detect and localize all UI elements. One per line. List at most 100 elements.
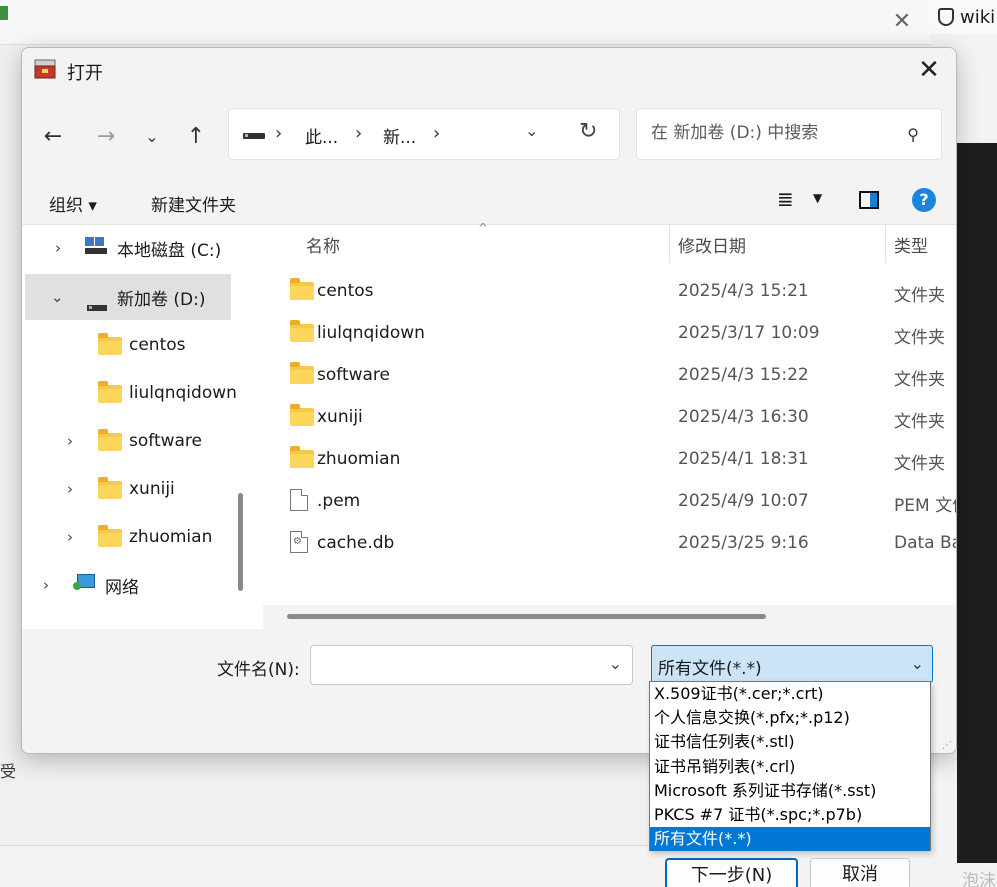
column-header-name[interactable]: 名称 [306, 232, 340, 257]
background-side-text: 受 [0, 762, 17, 781]
breadcrumb-separator-icon[interactable]: › [355, 123, 362, 144]
chevron-down-icon[interactable]: ⌄ [51, 288, 64, 306]
file-type-option[interactable]: Microsoft 系列证书存储(*.sst) [650, 779, 930, 803]
tree-item-centos[interactable]: centos [25, 322, 230, 368]
search-input[interactable] [651, 123, 891, 143]
column-header-date[interactable]: 修改日期 [678, 232, 746, 257]
resize-grip-icon[interactable]: ⋰ [942, 740, 952, 751]
tree-item-label: 新加卷 (D:) [117, 289, 206, 310]
tree-item-label: xuniji [129, 479, 175, 499]
chevron-down-icon[interactable]: ⌄ [609, 654, 622, 673]
chevron-right-icon[interactable]: › [67, 432, 73, 450]
file-name: .pem [317, 491, 361, 511]
next-button[interactable]: 下一步(N) [665, 858, 798, 887]
search-box[interactable]: ⚲ [636, 108, 942, 160]
file-date: 2025/3/17 10:09 [678, 323, 820, 343]
organize-menu[interactable]: 组织 ▾ [49, 191, 97, 216]
horizontal-scrollbar-thumb[interactable] [287, 614, 766, 619]
arrow-left-icon[interactable]: ← [37, 121, 69, 153]
file-type: PEM 文件 [894, 496, 956, 516]
refresh-icon[interactable]: ↻ [579, 119, 597, 144]
file-row[interactable]: liulqnqidown 2025/3/17 10:09 文件夹 [284, 316, 956, 352]
background-close-icon[interactable]: ✕ [890, 10, 914, 34]
file-row[interactable]: .pem 2025/4/9 10:07 PEM 文件 [284, 484, 956, 520]
column-divider[interactable] [669, 225, 670, 263]
folder-icon [290, 404, 314, 426]
column-header-type[interactable]: 类型 [894, 232, 928, 257]
file-row[interactable]: cache.db 2025/3/25 9:16 Data Base [284, 526, 956, 562]
dialog-title: 打开 [67, 63, 103, 84]
file-list: ^ 名称 修改日期 类型 centos 2025/4/3 15:21 文件夹 l… [260, 221, 956, 629]
address-dropdown-icon[interactable]: ⌄ [525, 121, 538, 140]
arrow-up-icon[interactable]: ↑ [180, 121, 212, 153]
chevron-down-icon[interactable]: ⌄ [136, 121, 168, 153]
folder-icon [98, 381, 122, 403]
filename-input[interactable] [319, 646, 589, 682]
tree-scrollbar[interactable] [238, 493, 243, 591]
file-type-option[interactable]: 证书吊销列表(*.crl) [650, 755, 930, 779]
breadcrumb-separator-icon[interactable]: › [275, 123, 282, 144]
column-divider[interactable] [885, 225, 886, 263]
file-type: Data Base [894, 533, 956, 553]
cancel-button[interactable]: 取消 [810, 858, 910, 887]
tree-item-zhuomian[interactable]: › zhuomian [25, 514, 230, 560]
tree-item-label: liulqnqidown [129, 383, 237, 403]
file-row[interactable]: software 2025/4/3 15:22 文件夹 [284, 358, 956, 394]
tree-item-label: software [129, 431, 203, 451]
dialog-titlebar: 打开 ✕ [22, 48, 956, 93]
file-type: 文件夹 [894, 370, 945, 390]
search-icon[interactable]: ⚲ [907, 125, 919, 144]
chevron-right-icon[interactable]: › [55, 239, 61, 257]
file-type-option[interactable]: 个人信息交换(*.pfx;*.p12) [650, 706, 930, 730]
breadcrumb-this-pc[interactable]: 此... [305, 123, 338, 148]
file-type-filter[interactable]: 所有文件(*.*) ⌄ [651, 645, 933, 683]
view-dropdown-icon[interactable]: ▼ [813, 191, 822, 205]
close-icon[interactable]: ✕ [912, 54, 946, 88]
file-name: cache.db [317, 533, 395, 553]
tree-item-label: 本地磁盘 (C:) [117, 240, 222, 261]
background-tab-label: wiki [960, 6, 996, 28]
file-type-option[interactable]: X.509证书(*.cer;*.crt) [650, 682, 930, 706]
help-icon[interactable]: ? [912, 188, 936, 212]
navigation-tree: › 本地磁盘 (C:) ⌄ 新加卷 (D:) centos liulqnqido… [22, 225, 244, 629]
view-list-icon[interactable]: ≣ [777, 187, 794, 211]
address-bar[interactable]: › 此... › 新... › ⌄ ↻ [228, 108, 620, 160]
chevron-right-icon[interactable]: › [43, 576, 49, 594]
chevron-down-icon[interactable]: ⌄ [911, 654, 924, 673]
filename-combobox[interactable]: ⌄ [310, 645, 633, 685]
file-name: centos [317, 281, 374, 301]
folder-icon [290, 362, 314, 384]
certificate-toolbox-icon [34, 59, 56, 79]
tree-item-label: centos [129, 335, 186, 355]
new-folder-button[interactable]: 新建文件夹 [151, 191, 236, 216]
tree-item-xuniji[interactable]: › xuniji [25, 466, 230, 512]
folder-icon [290, 320, 314, 342]
folder-icon [98, 477, 122, 499]
file-type-option[interactable]: PKCS #7 证书(*.spc;*.p7b) [650, 803, 930, 827]
file-row[interactable]: xuniji 2025/4/3 16:30 文件夹 [284, 400, 956, 436]
tree-item-network[interactable]: › 网络 [25, 562, 230, 608]
tree-item-liulqnqidown[interactable]: liulqnqidown [25, 370, 237, 416]
tree-item-local-disk-c[interactable]: › 本地磁盘 (C:) [25, 225, 230, 271]
background-browser-tab[interactable]: wiki [930, 0, 997, 34]
file-row[interactable]: centos 2025/4/3 15:21 文件夹 [284, 274, 956, 310]
tree-item-software[interactable]: › software [25, 418, 230, 464]
arrow-right-icon[interactable]: → [90, 121, 122, 153]
network-icon [73, 574, 95, 594]
chevron-right-icon[interactable]: › [67, 480, 73, 498]
preview-pane-icon[interactable] [859, 191, 879, 209]
file-date: 2025/4/1 18:31 [678, 449, 809, 469]
breadcrumb-new-volume[interactable]: 新... [383, 123, 416, 148]
file-type-option-selected[interactable]: 所有文件(*.*) [650, 827, 930, 852]
file-name: liulqnqidown [317, 323, 425, 343]
tree-item-new-volume-d[interactable]: ⌄ 新加卷 (D:) [25, 274, 231, 320]
filename-label: 文件名(N): [217, 660, 300, 680]
file-row[interactable]: zhuomian 2025/4/1 18:31 文件夹 [284, 442, 956, 478]
background-app-icon [0, 6, 8, 20]
file-type-option[interactable]: 证书信任列表(*.stl) [650, 730, 930, 754]
chevron-right-icon[interactable]: › [67, 528, 73, 546]
tree-item-label: 网络 [105, 577, 139, 598]
background-dark-panel [957, 143, 997, 863]
breadcrumb-separator-icon[interactable]: › [433, 123, 440, 144]
windows-drive-icon [85, 237, 107, 255]
